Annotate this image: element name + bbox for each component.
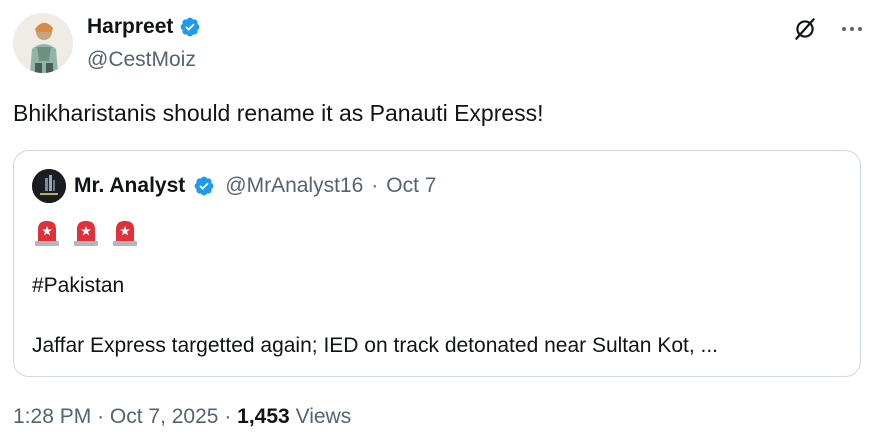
grok-icon[interactable]	[792, 16, 818, 42]
verified-badge-icon	[180, 17, 200, 37]
quoted-author-handle[interactable]: @MrAnalyst16	[225, 172, 363, 200]
siren-icon	[35, 221, 59, 246]
author-avatar[interactable]	[13, 13, 73, 73]
author-name-text[interactable]: Harpreet	[87, 13, 173, 41]
quoted-tweet-card[interactable]: Mr. Analyst @MrAnalyst16 · Oct 7 #Pakist…	[13, 150, 861, 377]
author-handle[interactable]: @CestMoiz	[87, 46, 196, 74]
tweet-date[interactable]: Oct 7, 2025	[110, 405, 219, 428]
views-separator: ·	[224, 405, 232, 428]
more-options-icon[interactable]	[840, 17, 864, 41]
quoted-date[interactable]: Oct 7	[386, 174, 436, 198]
tweet-text: Bhikharistanis should rename it as Panau…	[13, 100, 544, 126]
quoted-hashtag: #Pakistan	[32, 274, 125, 297]
tweet-timestamp-row: 1:28 PM · Oct 7, 2025 · 1,453 Views	[13, 403, 351, 431]
time-separator: ·	[97, 405, 105, 428]
quoted-body-text: Jaffar Express targetted again; IED on t…	[32, 334, 719, 357]
quoted-author-name[interactable]: Mr. Analyst	[74, 172, 185, 200]
quoted-tweet-header: Mr. Analyst @MrAnalyst16 · Oct 7	[32, 169, 436, 203]
avatar-illustration	[13, 13, 73, 73]
views-count: 1,453	[237, 405, 290, 428]
quoted-avatar-illustration	[32, 169, 66, 203]
quoted-separator: ·	[371, 174, 379, 197]
author-display-name[interactable]: Harpreet	[87, 13, 201, 41]
quoted-verified-badge-icon	[194, 176, 214, 196]
siren-emoji-row	[32, 217, 140, 247]
quoted-author-avatar[interactable]	[32, 169, 66, 203]
siren-icon	[113, 221, 137, 246]
tweet-time[interactable]: 1:28 PM	[13, 405, 91, 428]
siren-icon	[74, 221, 98, 246]
views-label: Views	[295, 405, 352, 428]
tweet-top-actions	[792, 16, 864, 42]
